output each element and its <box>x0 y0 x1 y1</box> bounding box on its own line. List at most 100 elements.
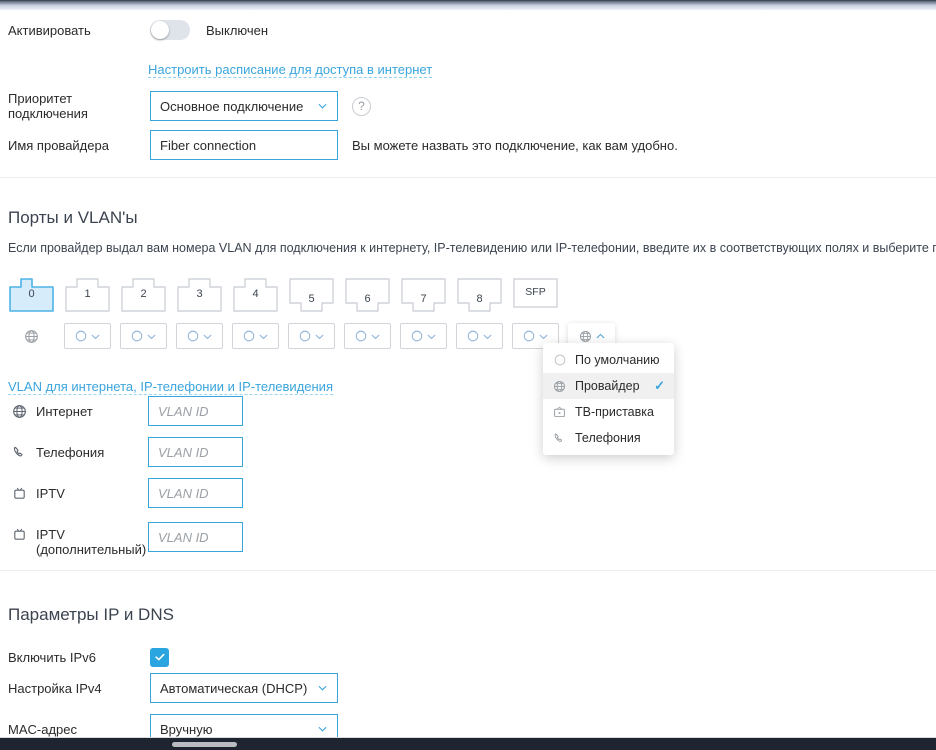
menu-item-telephony[interactable]: Телефония <box>543 425 674 451</box>
globe-icon <box>8 404 30 419</box>
vlan-telephony-label: Телефония <box>36 444 105 460</box>
port-sfp[interactable]: SFP <box>512 275 559 313</box>
chevron-down-icon <box>91 334 100 339</box>
port-5-mode-dropdown[interactable] <box>344 323 391 349</box>
port-3-mode-dropdown[interactable] <box>232 323 279 349</box>
ipv4-label: Настройка IPv4 <box>8 680 102 696</box>
schedule-link-wrap: Настроить расписание для доступа в интер… <box>148 62 433 78</box>
window-top-gradient-bar <box>0 0 936 10</box>
vlan-iptv-additional-input[interactable]: VLAN ID <box>148 522 243 552</box>
port-7[interactable]: 7 <box>400 275 447 313</box>
ipv6-checkbox[interactable] <box>150 647 169 667</box>
priority-label-line1: Приоритет <box>8 91 73 106</box>
port-1[interactable]: 1 <box>64 275 111 313</box>
port-2[interactable]: 2 <box>120 275 167 313</box>
port-1-mode-dropdown[interactable] <box>120 323 167 349</box>
bottom-bar-handle[interactable] <box>172 742 237 747</box>
circle-icon <box>131 330 143 342</box>
check-icon <box>154 653 164 661</box>
chevron-down-icon <box>203 334 212 339</box>
ip-dns-section-title: Параметры IP и DNS <box>8 605 174 624</box>
ipv4-select[interactable]: Автоматическая (DHCP) <box>150 673 338 703</box>
divider-1 <box>0 177 936 178</box>
circle-icon <box>355 330 367 342</box>
vlan-row-iptv-additional: IPTV (дополнительный) VLAN ID <box>8 519 243 557</box>
menu-item-tv-box[interactable]: ТВ-приставка <box>543 399 674 425</box>
help-icon[interactable]: ? <box>352 96 371 116</box>
vlan-telephony-input[interactable]: VLAN ID <box>148 437 243 467</box>
chevron-up-icon <box>596 333 604 338</box>
globe-icon <box>552 380 567 393</box>
port-0-mode-dropdown[interactable] <box>64 323 111 349</box>
activate-label: Активировать <box>8 22 91 38</box>
chevron-down-icon <box>259 334 268 339</box>
circle-icon <box>243 330 255 342</box>
ipv6-label: Включить IPv6 <box>8 649 96 665</box>
port-6-mode-dropdown[interactable] <box>400 323 447 349</box>
vlan-iptv-input[interactable]: VLAN ID <box>148 478 243 508</box>
activate-toggle[interactable] <box>150 20 190 40</box>
chevron-down-icon <box>427 334 436 339</box>
port-5[interactable]: 5 <box>288 275 335 313</box>
help-icon-glyph: ? <box>358 99 365 113</box>
port-4[interactable]: 4 <box>232 275 279 313</box>
port-2-label: 2 <box>140 288 147 300</box>
circle-icon <box>411 330 423 342</box>
vlan-settings-link[interactable]: VLAN для интернета, IP-телефонии и IP-те… <box>8 379 333 395</box>
ports-row: 0 1 2 3 4 5 6 7 8 SFP <box>8 275 568 313</box>
chevron-down-icon <box>318 103 327 109</box>
chevron-down-icon <box>147 334 156 339</box>
vlan-row-iptv: IPTV VLAN ID <box>8 478 243 508</box>
port-mode-menu[interactable]: По умолчанию Провайдер ✓ ТВ-приставка Те… <box>543 343 674 455</box>
vlan-row-telephony: Телефония VLAN ID <box>8 437 243 467</box>
chevron-down-icon <box>315 334 324 339</box>
menu-item-provider-label: Провайдер <box>575 379 640 393</box>
globe-icon <box>579 330 591 342</box>
provider-name-hint: Вы можете назвать это подключение, как в… <box>352 137 678 153</box>
ports-section-description: Если провайдер выдал вам номера VLAN для… <box>8 241 936 255</box>
configure-schedule-link[interactable]: Настроить расписание для доступа в интер… <box>148 62 433 78</box>
circle-icon <box>187 330 199 342</box>
toggle-knob <box>151 21 169 39</box>
port-sfp-label: SFP <box>525 286 546 298</box>
tv-icon <box>552 406 567 419</box>
vlan-iptv-additional-label: IPTV (дополнительный) <box>30 519 148 557</box>
vlan-iptv-label: IPTV <box>36 485 65 501</box>
vlan-internet-input[interactable]: VLAN ID <box>148 396 243 426</box>
priority-label-line2: подключения <box>8 106 88 121</box>
port-6-label: 6 <box>364 293 371 305</box>
activate-row: Активировать Выключен <box>0 18 500 42</box>
port-2-mode-dropdown[interactable] <box>176 323 223 349</box>
priority-select-value: Основное подключение <box>160 98 304 114</box>
mac-select-value: Вручную <box>160 721 213 737</box>
port-4-label: 4 <box>252 288 259 300</box>
port-8[interactable]: 8 <box>456 275 503 313</box>
ipv6-row: Включить IPv6 <box>0 646 400 668</box>
port-6[interactable]: 6 <box>344 275 391 313</box>
activate-state-text: Выключен <box>206 22 269 38</box>
circle-icon <box>467 330 479 342</box>
row-lead-globe-icon <box>8 329 55 344</box>
priority-label: Приоритет подключения <box>0 91 150 121</box>
vlan-iptv-additional-placeholder: VLAN ID <box>158 529 209 545</box>
phone-icon <box>552 432 567 445</box>
priority-select[interactable]: Основное подключение <box>150 91 338 121</box>
vlan-row-internet: Интернет VLAN ID <box>8 396 243 426</box>
menu-item-telephony-label: Телефония <box>575 431 641 445</box>
provider-name-input[interactable]: Fiber connection <box>150 130 338 160</box>
menu-item-provider[interactable]: Провайдер ✓ <box>543 373 674 399</box>
menu-item-tv-box-label: ТВ-приставка <box>575 405 654 419</box>
port-0[interactable]: 0 <box>8 275 55 313</box>
menu-item-default[interactable]: По умолчанию <box>543 347 674 373</box>
vlan-iptv-additional-label-line1: IPTV <box>36 527 65 542</box>
chevron-down-icon <box>318 685 327 691</box>
port-3[interactable]: 3 <box>176 275 223 313</box>
vlan-link-wrap: VLAN для интернета, IP-телефонии и IP-те… <box>8 379 333 395</box>
port-4-mode-dropdown[interactable] <box>288 323 335 349</box>
port-1-label: 1 <box>84 288 91 300</box>
tv-icon <box>8 486 30 501</box>
circle-icon <box>523 330 535 342</box>
provider-name-row: Имя провайдера Fiber connection Вы может… <box>0 129 800 161</box>
chevron-down-icon <box>539 334 548 339</box>
port-7-mode-dropdown[interactable] <box>456 323 503 349</box>
